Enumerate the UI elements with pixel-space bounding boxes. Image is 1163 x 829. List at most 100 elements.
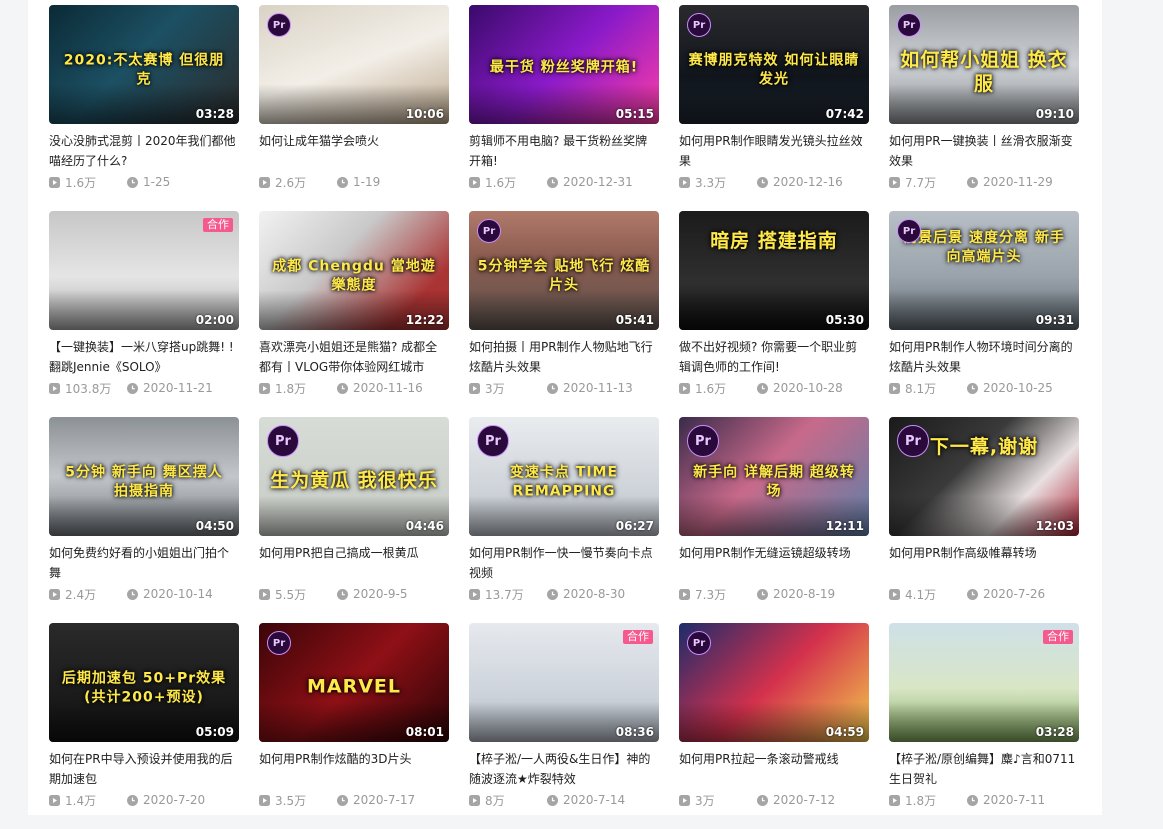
video-thumbnail[interactable]: 新手向 详解后期 超级转场 Pr 12:11 (679, 417, 869, 536)
video-card[interactable]: Pr 10:06 如何让成年猫学会喷火 2.6万 1-19 (259, 5, 449, 211)
premiere-logo-icon: Pr (897, 219, 921, 243)
upload-date-value: 2020-7-14 (563, 793, 626, 807)
video-title[interactable]: 如何用PR制作一快一慢节奏向卡点视频 (469, 543, 659, 583)
video-meta: 3万 2020-7-12 (679, 791, 869, 809)
video-meta: 103.8万 2020-11-21 (49, 379, 239, 397)
video-card[interactable]: 前景后景 速度分离 新手向高端片头 Pr 09:31 如何用PR制作人物环境时间… (889, 211, 1079, 417)
video-title[interactable]: 如何用PR一键换装丨丝滑衣服渐变效果 (889, 131, 1079, 171)
play-count: 1.6万 (469, 174, 547, 191)
play-count: 4.1万 (889, 586, 967, 603)
play-count-value: 2.4万 (65, 587, 97, 602)
video-card[interactable]: 成都 Chengdu 當地遊樂態度 12:22 喜欢漂亮小姐姐还是熊猫? 成都全… (259, 211, 449, 417)
video-meta: 2.6万 1-19 (259, 173, 449, 191)
video-title[interactable]: 如何在PR中导入预设并使用我的后期加速包 (49, 749, 239, 789)
video-duration: 04:59 (825, 725, 864, 739)
clock-icon (337, 794, 348, 806)
video-card[interactable]: 生为黄瓜 我很快乐 Pr 04:46 如何用PR把自己搞成一根黄瓜 5.5万 2… (259, 417, 449, 623)
thumbnail-caption: 后期加速包 50+Pr效果 (共计200+预设) (61, 670, 227, 706)
premiere-logo-icon: Pr (687, 631, 711, 655)
video-meta: 1.6万 1-25 (49, 173, 239, 191)
video-card[interactable]: 5分钟 新手向 舞区摆人 拍摄指南 04:50 如何免费约好看的小姐姐出门拍个舞… (49, 417, 239, 623)
video-thumbnail[interactable]: Pr 04:59 (679, 623, 869, 742)
video-title[interactable]: 没心没肺式混剪丨2020年我们都他喵经历了什么? (49, 131, 239, 171)
video-card[interactable]: 合作 08:36 【椊子淞/一人两役&生日作】神的随波逐流★炸裂特效 8万 20… (469, 623, 659, 829)
video-duration: 09:10 (1035, 107, 1074, 121)
video-title[interactable]: 如何用PR制作眼睛发光镜头拉丝效果 (679, 131, 869, 171)
video-title[interactable]: 如何免费约好看的小姐姐出门拍个舞 (49, 543, 239, 583)
video-thumbnail[interactable]: 成都 Chengdu 當地遊樂態度 12:22 (259, 211, 449, 330)
premiere-logo-icon: Pr (267, 13, 291, 37)
video-card[interactable]: 如何帮小姐姐 换衣服 Pr 09:10 如何用PR一键换装丨丝滑衣服渐变效果 7… (889, 5, 1079, 211)
video-card[interactable]: 5分钟学会 贴地飞行 炫酷片头 Pr 05:41 如何拍摄丨用PR制作人物贴地飞… (469, 211, 659, 417)
video-thumbnail[interactable]: Pr 10:06 (259, 5, 449, 124)
video-meta: 1.4万 2020-7-20 (49, 791, 239, 809)
video-title[interactable]: 【椊子淞/一人两役&生日作】神的随波逐流★炸裂特效 (469, 749, 659, 789)
video-thumbnail[interactable]: 暗房 搭建指南 05:30 (679, 211, 869, 330)
video-thumbnail[interactable]: 合作 08:36 (469, 623, 659, 742)
video-thumbnail[interactable]: 最干货 粉丝奖牌开箱! 05:15 (469, 5, 659, 124)
video-card[interactable]: Pr 04:59 如何用PR拉起一条滚动警戒线 3万 2020-7-12 (679, 623, 869, 829)
video-card[interactable]: 最干货 粉丝奖牌开箱! 05:15 剪辑师不用电脑? 最干货粉丝奖牌开箱! 1.… (469, 5, 659, 211)
video-title[interactable]: 做不出好视频? 你需要一个职业剪辑调色师的工作间! (679, 337, 869, 377)
video-title[interactable]: 【一键换装】一米八穿搭up跳舞! ! 翻跳Jennie《SOLO》 (49, 337, 239, 377)
video-duration: 03:28 (1035, 725, 1074, 739)
video-title[interactable]: 如何用PR把自己搞成一根黄瓜 (259, 543, 449, 583)
video-card[interactable]: 下一幕,谢谢 Pr 12:03 如何用PR制作高级帷幕转场 4.1万 2020-… (889, 417, 1079, 623)
video-card[interactable]: 变速卡点 TIME REMAPPING Pr 06:27 如何用PR制作一快一慢… (469, 417, 659, 623)
video-thumbnail[interactable]: 5分钟 新手向 舞区摆人 拍摄指南 04:50 (49, 417, 239, 536)
video-card[interactable]: 后期加速包 50+Pr效果 (共计200+预设) 05:09 如何在PR中导入预… (49, 623, 239, 829)
upload-date-value: 1-25 (143, 175, 171, 189)
video-title[interactable]: 喜欢漂亮小姐姐还是熊猫? 成都全都有丨VLOG带你体验网红城市 (259, 337, 449, 377)
thumbnail-caption: 5分钟学会 贴地飞行 炫酷片头 (477, 258, 651, 294)
video-card[interactable]: 合作 02:00 【一键换装】一米八穿搭up跳舞! ! 翻跳Jennie《SOL… (49, 211, 239, 417)
play-count-icon (469, 588, 480, 600)
video-thumbnail[interactable]: 2020:不太赛博 但很朋克 03:28 (49, 5, 239, 124)
upload-date-value: 2020-10-25 (983, 381, 1053, 395)
video-title[interactable]: 如何用PR制作高级帷幕转场 (889, 543, 1079, 583)
video-card[interactable]: MARVEL Pr 08:01 如何用PR制作炫酷的3D片头 3.5万 2020… (259, 623, 449, 829)
video-thumbnail[interactable]: 合作 03:28 (889, 623, 1079, 742)
play-count: 7.7万 (889, 174, 967, 191)
video-meta: 1.8万 2020-7-11 (889, 791, 1079, 809)
video-duration: 05:09 (195, 725, 234, 739)
video-title[interactable]: 剪辑师不用电脑? 最干货粉丝奖牌开箱! (469, 131, 659, 171)
video-grid: 2020:不太赛博 但很朋克 03:28 没心没肺式混剪丨2020年我们都他喵经… (49, 5, 1079, 829)
video-title[interactable]: 如何让成年猫学会喷火 (259, 131, 449, 171)
video-thumbnail[interactable]: 合作 02:00 (49, 211, 239, 330)
video-thumbnail[interactable]: 赛博朋克特效 如何让眼睛发光 Pr 07:42 (679, 5, 869, 124)
play-count-icon (49, 382, 60, 394)
video-title[interactable]: 【椊子淞/原创编舞】麋♪言和0711生日贺礼 (889, 749, 1079, 789)
video-duration: 06:27 (615, 519, 654, 533)
play-count-value: 5.5万 (275, 587, 307, 602)
play-count: 3.5万 (259, 792, 337, 809)
collab-badge: 合作 (1043, 630, 1073, 644)
upload-date: 2020-11-29 (967, 175, 1053, 189)
video-thumbnail[interactable]: 前景后景 速度分离 新手向高端片头 Pr 09:31 (889, 211, 1079, 330)
video-card[interactable]: 2020:不太赛博 但很朋克 03:28 没心没肺式混剪丨2020年我们都他喵经… (49, 5, 239, 211)
video-title[interactable]: 如何用PR制作炫酷的3D片头 (259, 749, 449, 789)
upload-date-value: 2020-10-14 (143, 587, 213, 601)
video-card[interactable]: 合作 03:28 【椊子淞/原创编舞】麋♪言和0711生日贺礼 1.8万 202… (889, 623, 1079, 829)
video-thumbnail[interactable]: MARVEL Pr 08:01 (259, 623, 449, 742)
video-title[interactable]: 如何用PR制作人物环境时间分离的炫酷片头效果 (889, 337, 1079, 377)
thumbnail-caption: 暗房 搭建指南 (710, 230, 838, 252)
video-thumbnail[interactable]: 生为黄瓜 我很快乐 Pr 04:46 (259, 417, 449, 536)
video-thumbnail[interactable]: 如何帮小姐姐 换衣服 Pr 09:10 (889, 5, 1079, 124)
video-duration: 12:03 (1035, 519, 1074, 533)
video-card[interactable]: 赛博朋克特效 如何让眼睛发光 Pr 07:42 如何用PR制作眼睛发光镜头拉丝效… (679, 5, 869, 211)
video-thumbnail[interactable]: 5分钟学会 贴地飞行 炫酷片头 Pr 05:41 (469, 211, 659, 330)
video-title[interactable]: 如何用PR制作无缝运镜超级转场 (679, 543, 869, 583)
video-duration: 05:15 (615, 107, 654, 121)
video-card[interactable]: 暗房 搭建指南 05:30 做不出好视频? 你需要一个职业剪辑调色师的工作间! … (679, 211, 869, 417)
upload-date: 2020-11-16 (337, 381, 423, 395)
upload-date-value: 2020-11-16 (353, 381, 423, 395)
upload-date: 1-25 (127, 175, 170, 189)
video-thumbnail[interactable]: 变速卡点 TIME REMAPPING Pr 06:27 (469, 417, 659, 536)
video-duration: 04:50 (195, 519, 234, 533)
premiere-logo-icon: Pr (897, 425, 929, 457)
video-title[interactable]: 如何拍摄丨用PR制作人物贴地飞行炫酷片头效果 (469, 337, 659, 377)
video-thumbnail[interactable]: 后期加速包 50+Pr效果 (共计200+预设) 05:09 (49, 623, 239, 742)
video-title[interactable]: 如何用PR拉起一条滚动警戒线 (679, 749, 869, 789)
video-card[interactable]: 新手向 详解后期 超级转场 Pr 12:11 如何用PR制作无缝运镜超级转场 7… (679, 417, 869, 623)
video-thumbnail[interactable]: 下一幕,谢谢 Pr 12:03 (889, 417, 1079, 536)
